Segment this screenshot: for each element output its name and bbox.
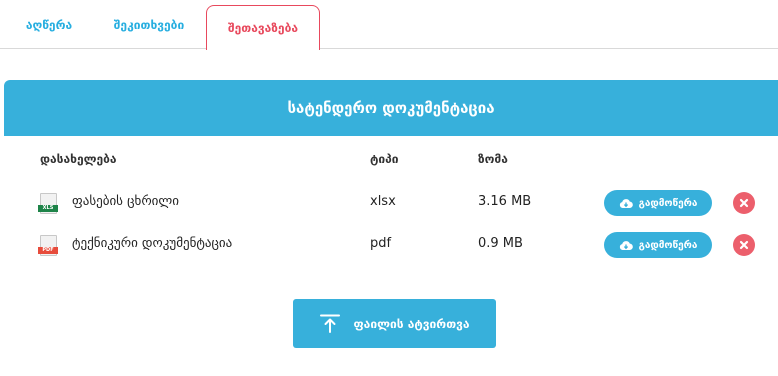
delete-button[interactable] <box>733 234 755 256</box>
column-header-type: ტიპი <box>370 152 399 166</box>
tab-questions[interactable]: შეკითხვები <box>104 0 194 49</box>
file-name: ფასების ცხრილი <box>72 194 179 209</box>
file-name: ტექნიკური დოკუმენტაცია <box>72 236 233 251</box>
upload-button[interactable]: ფაილის ატვირთვა <box>293 299 496 348</box>
file-size: 3.16 MB <box>478 194 532 209</box>
cloud-download-icon <box>619 240 633 250</box>
file-row: PDF ტექნიკური დოკუმენტაცია pdf 0.9 MB გა… <box>4 230 778 260</box>
download-button[interactable]: გადმოწერა <box>604 232 712 258</box>
cloud-download-icon <box>619 198 633 208</box>
file-type: pdf <box>370 236 392 251</box>
column-header-size: ზომა <box>478 152 508 166</box>
column-header-name: დასახელება <box>40 152 117 166</box>
panel-title: სატენდერო დოკუმენტაცია <box>4 80 778 136</box>
delete-button[interactable] <box>733 192 755 214</box>
xls-file-icon: XLS <box>38 193 58 214</box>
download-label: გადმოწერა <box>638 197 698 209</box>
upload-icon <box>320 314 341 333</box>
file-row: XLS ფასების ცხრილი xlsx 3.16 MB გადმოწერ… <box>4 188 778 218</box>
tab-bar: აღწერა შეკითხვები შეთავაზება <box>0 0 778 50</box>
tab-description[interactable]: აღწერა <box>14 0 84 49</box>
download-button[interactable]: გადმოწერა <box>604 190 712 216</box>
upload-label: ფაილის ატვირთვა <box>353 316 470 331</box>
close-icon <box>739 198 749 208</box>
file-size: 0.9 MB <box>478 236 523 251</box>
close-icon <box>739 240 749 250</box>
download-label: გადმოწერა <box>638 239 698 251</box>
pdf-file-icon: PDF <box>38 235 58 256</box>
documents-panel: სატენდერო დოკუმენტაცია დასახელება ტიპი ზ… <box>4 80 778 376</box>
file-type: xlsx <box>370 194 396 209</box>
file-badge: XLS <box>38 205 58 212</box>
tab-offer[interactable]: შეთავაზება <box>206 5 320 50</box>
file-badge: PDF <box>38 247 58 254</box>
